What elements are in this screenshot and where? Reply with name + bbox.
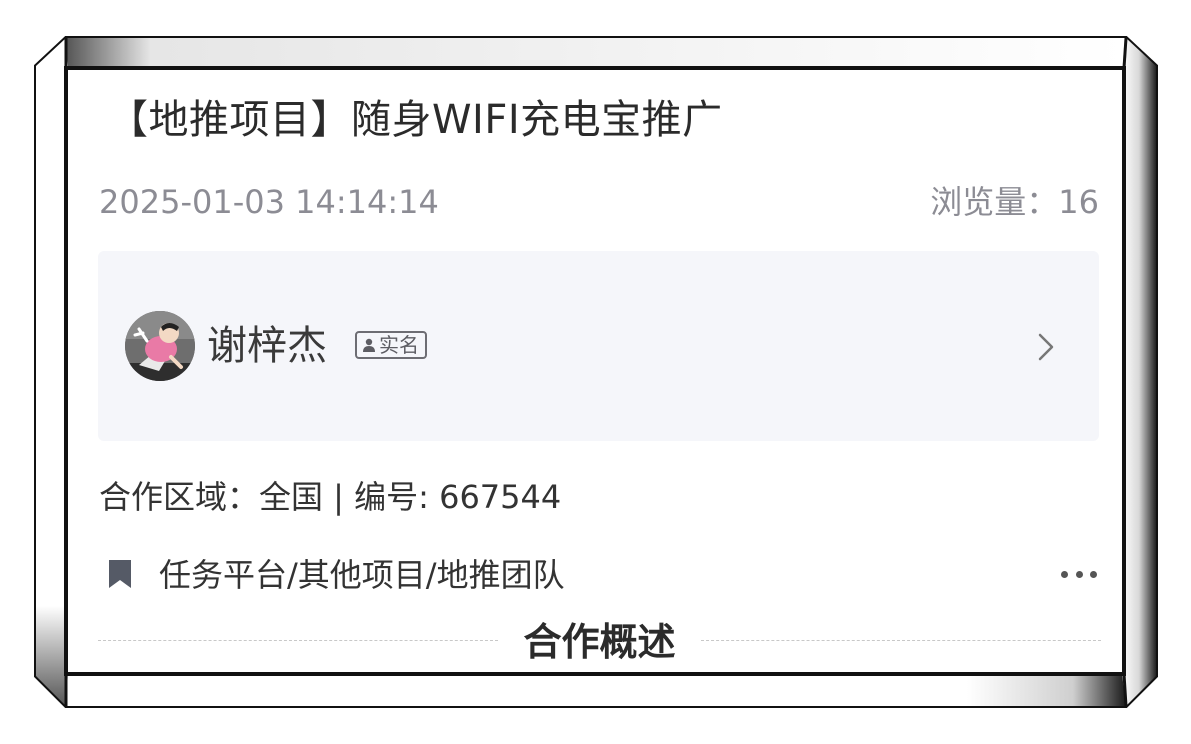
category-row: 任务平台/其他项目/地推团队 [105, 553, 1097, 597]
avatar-image [125, 311, 195, 381]
more-dot [1075, 570, 1083, 578]
view-count: 浏览量：16 [930, 182, 1099, 222]
view-count-label: 浏览量： [930, 183, 1059, 221]
post-date: 2025-01-03 14:14:14 [99, 183, 439, 221]
publisher-card[interactable]: 谢梓杰 实名 [98, 251, 1099, 441]
more-dot [1061, 570, 1068, 578]
publisher-name: 谢梓杰 [207, 323, 327, 369]
chevron-right-icon[interactable] [1035, 331, 1057, 363]
view-count-value: 16 [1058, 183, 1099, 221]
category-path[interactable]: 任务平台/其他项目/地推团队 [159, 553, 565, 597]
region-and-id: 合作区域：全国 | 编号: 667544 [99, 478, 562, 516]
section-divider: 合作概述 [98, 615, 1101, 667]
person-icon [363, 338, 375, 352]
more-icon[interactable] [1061, 559, 1097, 589]
screenshot-stage: 【地推项目】随身WIFI充电宝推广 2025-01-03 14:14:14 浏览… [0, 0, 1191, 744]
post-detail-panel: 【地推项目】随身WIFI充电宝推广 2025-01-03 14:14:14 浏览… [68, 70, 1122, 672]
post-title: 【地推项目】随身WIFI充电宝推广 [108, 97, 723, 143]
avatar[interactable] [125, 311, 195, 381]
section-title: 合作概述 [523, 620, 676, 664]
bookmark-icon [109, 560, 131, 588]
divider-line-right [701, 640, 1101, 641]
verified-badge-label: 实名 [379, 333, 419, 357]
more-dot [1090, 570, 1097, 578]
verified-badge: 实名 [355, 331, 427, 359]
